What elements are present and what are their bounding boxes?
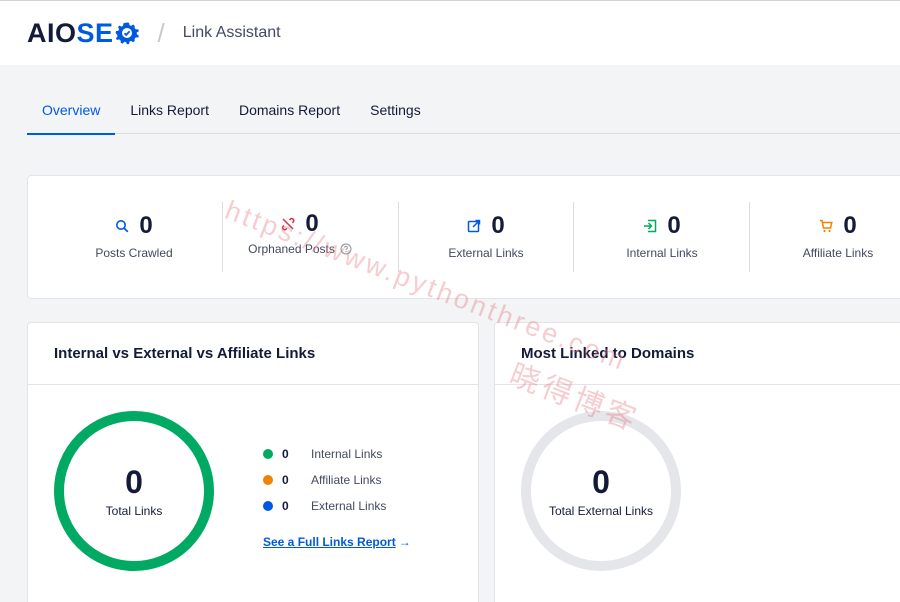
arrow-right-icon: → — [398, 535, 411, 549]
page-title: Link Assistant — [182, 24, 281, 41]
total-external-links-donut: 0 Total External Links — [521, 411, 681, 571]
external-link-icon — [468, 219, 481, 233]
breadcrumb-separator: / — [157, 17, 165, 48]
stats-card: 0 Posts Crawled 0 Orphaned Posts 0 Exter… — [27, 175, 900, 299]
stat-affiliate-links: 0 Affiliate Links — [802, 212, 874, 260]
full-links-report-link[interactable]: See a Full Links Report → — [263, 535, 411, 549]
cart-icon — [820, 219, 834, 233]
domains-panel: Most Linked to Domains 0 Total External … — [494, 322, 900, 602]
aioseo-logo[interactable]: AIO S E — [27, 18, 140, 49]
legend-dot — [263, 449, 273, 459]
total-links-donut: 0 Total Links — [54, 411, 214, 571]
tab-overview[interactable]: Overview — [27, 86, 116, 135]
search-icon — [116, 220, 129, 233]
panel-title: Internal vs External vs Affiliate Links — [28, 323, 478, 385]
stat-posts-crawled: 0 Posts Crawled — [95, 212, 173, 260]
chart-legend: 0 Internal Links 0 Affiliate Links 0 Ext… — [263, 441, 386, 519]
links-chart-panel: Internal vs External vs Affiliate Links … — [27, 322, 479, 602]
gear-icon — [115, 22, 139, 45]
legend-dot — [263, 475, 273, 485]
panel-title: Most Linked to Domains — [495, 323, 900, 385]
help-icon[interactable] — [340, 243, 352, 255]
tab-domains-report[interactable]: Domains Report — [224, 86, 355, 134]
stat-orphaned-posts: 0 Orphaned Posts — [212, 176, 388, 300]
internal-link-icon — [644, 219, 657, 233]
legend-item: 0 External Links — [263, 493, 386, 519]
tab-bar: Overview Links Report Domains Report Set… — [27, 86, 900, 135]
legend-dot — [263, 501, 273, 511]
stat-external-links: 0 External Links — [448, 212, 524, 260]
top-bar: AIO S E / Link Assistant — [0, 0, 900, 65]
legend-item: 0 Internal Links — [263, 441, 386, 467]
tab-links-report[interactable]: Links Report — [115, 86, 224, 134]
stat-internal-links: 0 Internal Links — [626, 212, 698, 260]
legend-item: 0 Affiliate Links — [263, 467, 386, 493]
tab-settings[interactable]: Settings — [355, 86, 436, 134]
broken-link-icon — [282, 217, 295, 231]
